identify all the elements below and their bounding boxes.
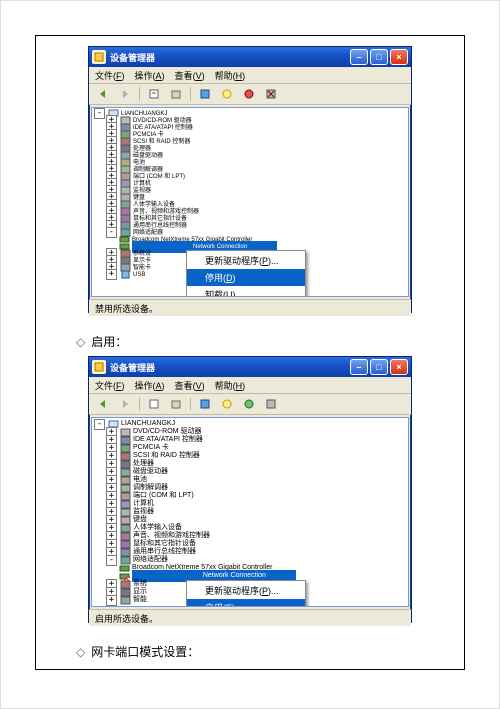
ctx-enable[interactable]: 启用(E) — [187, 599, 305, 607]
device-manager-window-2: 设备管理器 – □ × 文件(F) 操作(A) 查看(V) 帮助(H) — [88, 356, 412, 623]
refresh-icon[interactable] — [168, 86, 184, 102]
menubar: 文件(F) 操作(A) 查看(V) 帮助(H) — [89, 377, 411, 394]
scan-icon[interactable] — [219, 396, 235, 412]
ctx-update-driver[interactable]: 更新驱动程序(P)... — [187, 582, 305, 599]
ctx-disable[interactable]: 停用(D) — [187, 269, 305, 286]
status-bar: 启用所选设备。 — [89, 609, 411, 626]
menu-view[interactable]: 查看(V) — [175, 69, 205, 82]
window-title: 设备管理器 — [110, 51, 350, 64]
tree-area: - LIANCHUANGKJ +DVD/CD-ROM 驱动器+IDE ATA/A… — [91, 417, 409, 607]
status-text: 启用所选设备。 — [95, 612, 158, 625]
scan-icon[interactable] — [219, 86, 235, 102]
properties-icon[interactable] — [146, 396, 162, 412]
toolbar — [89, 84, 411, 105]
ctx-uninstall[interactable]: 卸载(U) — [187, 286, 305, 297]
diamond-bullet-icon: ◇ — [76, 645, 85, 659]
forward-icon[interactable] — [117, 86, 133, 102]
expand-icon[interactable]: + — [106, 595, 117, 606]
close-button[interactable]: × — [390, 359, 408, 375]
context-menu: 更新驱动程序(P)... 启用(E) 卸载(U) 扫描检测硬件改动(A) 属性(… — [186, 580, 306, 607]
screenshot-2-wrap: 设备管理器 – □ × 文件(F) 操作(A) 查看(V) 帮助(H) — [36, 352, 464, 637]
device-manager-window-1: 设备管理器 – □ × 文件(F) 操作(A) 查看(V) 帮助(H) — [88, 46, 412, 313]
window-title: 设备管理器 — [110, 361, 350, 374]
tree-area: - LIANCHUANGKJ +DVD/CD-ROM 驱动器+IDE ATA/A… — [91, 107, 409, 297]
print-icon[interactable] — [197, 86, 213, 102]
diamond-bullet-icon: ◇ — [76, 335, 85, 349]
back-icon[interactable] — [95, 86, 111, 102]
menubar: 文件(F) 操作(A) 查看(V) 帮助(H) — [89, 67, 411, 84]
doc-caption-enable: ◇ 启用： — [76, 327, 464, 352]
close-button[interactable]: × — [390, 49, 408, 65]
app-icon — [92, 50, 106, 64]
titlebar[interactable]: 设备管理器 – □ × — [89, 357, 411, 377]
toolbar — [89, 394, 411, 415]
status-bar: 禁用所选设备。 — [89, 299, 411, 316]
refresh-icon[interactable] — [168, 396, 184, 412]
uninstall-icon[interactable] — [263, 396, 279, 412]
maximize-button[interactable]: □ — [370, 49, 388, 65]
disable-icon[interactable] — [241, 86, 257, 102]
menu-view[interactable]: 查看(V) — [175, 379, 205, 392]
usb-icon — [119, 269, 131, 281]
back-icon[interactable] — [95, 396, 111, 412]
print-icon[interactable] — [197, 396, 213, 412]
titlebar[interactable]: 设备管理器 – □ × — [89, 47, 411, 67]
menu-action[interactable]: 操作(A) — [135, 69, 165, 82]
minimize-button[interactable]: – — [350, 49, 368, 65]
ctx-update-driver[interactable]: 更新驱动程序(P)... — [187, 252, 305, 269]
menu-file[interactable]: 文件(F) — [95, 69, 125, 82]
expand-icon[interactable]: + — [106, 269, 117, 280]
doc-caption-nic-mode: ◇ 网卡端口模式设置： — [76, 637, 464, 662]
menu-help[interactable]: 帮助(H) — [215, 69, 246, 82]
menu-action[interactable]: 操作(A) — [135, 379, 165, 392]
minimize-button[interactable]: – — [350, 359, 368, 375]
screenshot-1-wrap: 设备管理器 – □ × 文件(F) 操作(A) 查看(V) 帮助(H) — [36, 42, 464, 327]
enable-icon[interactable] — [241, 396, 257, 412]
status-text: 禁用所选设备。 — [95, 302, 158, 315]
maximize-button[interactable]: □ — [370, 359, 388, 375]
context-menu: 更新驱动程序(P)... 停用(D) 卸载(U) 扫描检测硬件改动(A) 属性(… — [186, 250, 306, 297]
tree-item-label: 智能 — [133, 594, 147, 606]
category-icon — [119, 594, 131, 606]
uninstall-icon[interactable] — [263, 86, 279, 102]
device-tree[interactable]: - LIANCHUANGKJ +DVD/CD-ROM 驱动器+IDE ATA/A… — [92, 418, 408, 606]
properties-icon[interactable] — [146, 86, 162, 102]
forward-icon[interactable] — [117, 396, 133, 412]
menu-help[interactable]: 帮助(H) — [215, 379, 246, 392]
menu-file[interactable]: 文件(F) — [95, 379, 125, 392]
tree-item-label: USB — [133, 269, 145, 281]
app-icon — [92, 360, 106, 374]
